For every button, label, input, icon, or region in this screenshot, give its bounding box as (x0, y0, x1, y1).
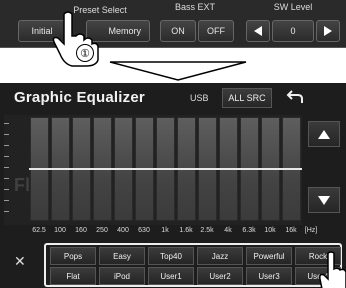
eq-band-level (260, 168, 281, 170)
scroll-up-button[interactable] (308, 121, 340, 147)
frequency-label: 100 (54, 227, 66, 234)
db-tick (4, 156, 9, 157)
preset-button-user2[interactable]: User2 (197, 267, 243, 285)
frequency-label: 2.5k (200, 227, 214, 234)
eq-band-level (134, 168, 155, 170)
hz-unit-label: [Hz] (304, 227, 318, 234)
frequency-label: 1.6k (179, 227, 193, 234)
eq-band-level (92, 168, 113, 170)
sw-level-heading: SW Level (273, 2, 313, 12)
eq-band-level (29, 168, 50, 170)
db-tick (4, 167, 9, 168)
db-tick (4, 134, 9, 135)
db-tick (4, 189, 9, 190)
eq-band-level (281, 168, 302, 170)
eq-band-level (155, 168, 176, 170)
frequency-label: 160 (75, 227, 87, 234)
bass-ext-off-button[interactable]: OFF (198, 20, 234, 42)
memory-label: Memory (108, 26, 141, 36)
frequency-label: 630 (138, 227, 150, 234)
eq-band-level (113, 168, 134, 170)
preset-button-easy[interactable]: Easy (99, 247, 145, 265)
frequency-label: 400 (117, 227, 129, 234)
eq-band-level (218, 168, 239, 170)
db-tick (4, 178, 9, 179)
transition-arrow-icon (109, 61, 247, 81)
eq-band-level (176, 168, 197, 170)
back-arrow-icon[interactable] (286, 89, 304, 110)
eq-band-level (239, 168, 260, 170)
triangle-down-icon (318, 195, 330, 205)
preset-button-user3[interactable]: User3 (246, 267, 292, 285)
preset-button-pops[interactable]: Pops (50, 247, 96, 265)
graphic-equalizer-screen: Graphic Equalizer USB ALL SRC Flat ✕ Pop… (0, 83, 346, 288)
scroll-down-button[interactable] (308, 187, 340, 213)
hand-pointer-icon (319, 251, 346, 288)
sw-level-decrease-button[interactable] (246, 20, 270, 42)
frequency-label: 250 (96, 227, 108, 234)
sw-level-value: 0 (272, 20, 314, 42)
preset-button-flat[interactable]: Flat (50, 267, 96, 285)
preset-button-powerful[interactable]: Powerful (246, 247, 292, 265)
frequency-label: 6.3k (242, 227, 256, 234)
bass-ext-heading: Bass EXT (174, 2, 215, 12)
frequency-label: 10k (264, 227, 276, 234)
eq-band-level (71, 168, 92, 170)
db-tick (4, 145, 9, 146)
equalizer-band-area: Flat (4, 115, 302, 225)
preset-button-ipod[interactable]: iPod (99, 267, 145, 285)
top-menu-strip: Preset Select Initial Memory Bass EXT ON… (0, 0, 346, 67)
page-title: Graphic Equalizer (14, 89, 145, 106)
bass-ext-on-button[interactable]: ON (160, 20, 196, 42)
frequency-label: 1k (161, 227, 169, 234)
db-tick (4, 200, 9, 201)
triangle-right-icon (324, 26, 332, 36)
preset-button-jazz[interactable]: Jazz (197, 247, 243, 265)
frequency-label: 16k (285, 227, 297, 234)
eq-band-level (197, 168, 218, 170)
triangle-up-icon (318, 129, 330, 139)
source-label: USB (190, 93, 209, 103)
frequency-label: 62.5 (32, 227, 46, 234)
db-tick (4, 123, 9, 124)
preset-panel: Pops Easy Top40 Jazz Powerful Rock Flat iPod Use… (44, 243, 342, 287)
frequency-label: 4k (224, 227, 232, 234)
close-icon[interactable]: ✕ (14, 253, 26, 270)
preset-button-top40[interactable]: Top40 (148, 247, 194, 265)
triangle-left-icon (254, 26, 262, 36)
all-src-button[interactable]: ALL SRC (222, 88, 272, 108)
preset-button-user1[interactable]: User1 (148, 267, 194, 285)
eq-band-level (50, 168, 71, 170)
sw-level-increase-button[interactable] (316, 20, 340, 42)
db-tick (4, 211, 9, 212)
